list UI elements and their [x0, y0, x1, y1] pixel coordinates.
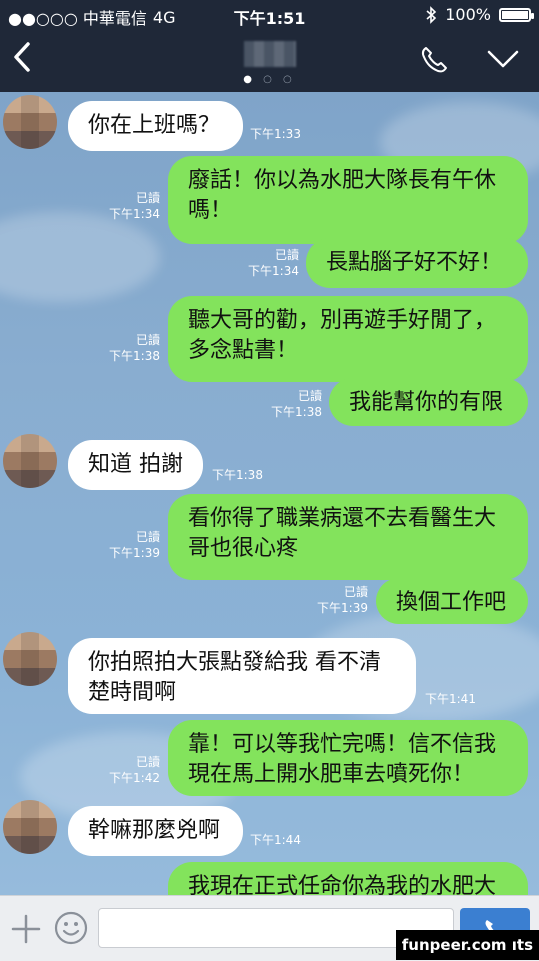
message-text-line: 靠！可以等我忙完嗎！信不信我: [188, 732, 497, 757]
read-receipt: 已讀 下午1:38: [105, 332, 160, 364]
incoming-message-bubble: 你拍照拍大張點發給我 看不清 楚時間啊: [68, 638, 416, 714]
watermark: funpeer.com ıts: [395, 930, 539, 960]
incoming-message-bubble: 你在上班嗎？: [68, 101, 243, 151]
message-time: 下午1:33: [250, 127, 301, 141]
incoming-message-bubble: 幹嘛那麼兇啊: [68, 806, 243, 856]
outgoing-message-bubble: 長點腦子好不好！: [306, 238, 528, 288]
contact-avatar[interactable]: [3, 632, 57, 686]
back-button[interactable]: [10, 40, 34, 74]
read-receipt: 已讀 下午1:39: [312, 584, 368, 616]
read-label: 已讀: [135, 530, 160, 544]
read-label: 已讀: [135, 755, 160, 769]
message-text: 幹嘛那麼兇啊: [88, 818, 221, 843]
message-text: 換個工作吧: [396, 590, 507, 615]
contact-avatar[interactable]: [3, 434, 57, 488]
outgoing-message-bubble: 靠！可以等我忙完嗎！信不信我 現在馬上開水肥車去噴死你！: [168, 720, 528, 796]
message-time: 下午1:42: [109, 771, 160, 785]
status-right: 100%: [425, 5, 534, 24]
page-dot: ●: [243, 74, 256, 85]
call-button[interactable]: [418, 44, 450, 76]
read-receipt: 已讀 下午1:34: [243, 247, 299, 279]
message-time: 下午1:39: [109, 546, 160, 560]
outgoing-message-bubble: 廢話！你以為水肥大隊長有午休 嗎！: [168, 156, 528, 244]
chevron-down-icon: [487, 50, 519, 68]
message-text-line: 我現在正式任命你為我的水肥大: [188, 874, 497, 895]
message-text: 知道 拍謝: [88, 452, 183, 477]
message-time: 下午1:41: [425, 692, 476, 706]
message-time: 下午1:38: [271, 405, 322, 419]
message-text: 我能幫你的有限: [349, 390, 504, 415]
plus-icon: [11, 914, 41, 944]
message-text-line: 看你得了職業病還不去看醫生大: [188, 506, 497, 531]
read-receipt: 已讀 下午1:34: [105, 190, 160, 222]
contact-avatar[interactable]: [3, 95, 57, 149]
incoming-message-bubble: 知道 拍謝: [68, 440, 203, 490]
read-label: 已讀: [274, 248, 299, 262]
read-label: 已讀: [135, 333, 160, 347]
read-receipt: 已讀 下午1:39: [105, 529, 160, 561]
message-time: 下午1:44: [250, 833, 301, 847]
message-text: 你在上班嗎？: [88, 113, 221, 138]
page-dot: ○: [283, 74, 296, 85]
message-text-line: 哥也很心疼: [188, 536, 299, 561]
page-indicator: ● ○ ○: [0, 74, 539, 85]
menu-toggle-button[interactable]: [486, 46, 520, 72]
outgoing-message-bubble: 看你得了職業病還不去看醫生大 哥也很心疼: [168, 494, 528, 580]
read-label: 已讀: [297, 389, 322, 403]
status-bar: ●●○○○ 中華電信 4G 下午1:51 100%: [0, 0, 539, 30]
chevron-left-icon: [14, 42, 30, 72]
message-text: 長點腦子好不好！: [326, 250, 503, 275]
smiley-icon: [54, 911, 88, 945]
message-time: 下午1:34: [109, 207, 160, 221]
contact-avatar[interactable]: [3, 800, 57, 854]
message-text-line: 楚時間啊: [88, 680, 177, 705]
outgoing-message-bubble: 我能幫你的有限: [329, 378, 528, 426]
page-dot: ○: [263, 74, 276, 85]
attach-button[interactable]: [10, 913, 42, 945]
contact-name-blurred: [244, 41, 296, 67]
message-time: 下午1:34: [248, 264, 299, 278]
bluetooth-icon: [426, 5, 437, 24]
message-text-line: 你拍照拍大張點發給我 看不清: [88, 650, 381, 675]
message-time: 下午1:39: [317, 601, 368, 615]
message-text-line: 廢話！你以為水肥大隊長有午休: [188, 168, 497, 193]
chat-area[interactable]: 你在上班嗎？ 下午1:33 已讀 下午1:34 廢話！你以為水肥大隊長有午休 嗎…: [0, 92, 539, 895]
message-text-line: 多念點書！: [188, 338, 299, 363]
outgoing-message-bubble: 聽大哥的勸，別再遊手好閒了， 多念點書！: [168, 296, 528, 382]
chat-header: ● ○ ○: [0, 30, 539, 92]
outgoing-message-bubble: 我現在正式任命你為我的水肥大: [168, 862, 528, 895]
outgoing-message-bubble: 換個工作吧: [376, 578, 528, 624]
read-label: 已讀: [343, 585, 368, 599]
message-text-line: 嗎！: [188, 198, 233, 223]
read-label: 已讀: [135, 191, 160, 205]
phone-icon: [421, 47, 447, 73]
read-receipt: 已讀 下午1:42: [105, 754, 160, 786]
battery-percent: 100%: [445, 5, 491, 24]
emoji-button[interactable]: [53, 910, 89, 946]
message-time: 下午1:38: [109, 349, 160, 363]
message-time: 下午1:38: [212, 468, 263, 482]
background-cloud: [0, 212, 160, 302]
message-text-line: 聽大哥的勸，別再遊手好閒了，: [188, 308, 497, 333]
message-text-line: 現在馬上開水肥車去噴死你！: [188, 762, 475, 787]
read-receipt: 已讀 下午1:38: [266, 388, 322, 420]
battery-icon: [499, 7, 534, 22]
